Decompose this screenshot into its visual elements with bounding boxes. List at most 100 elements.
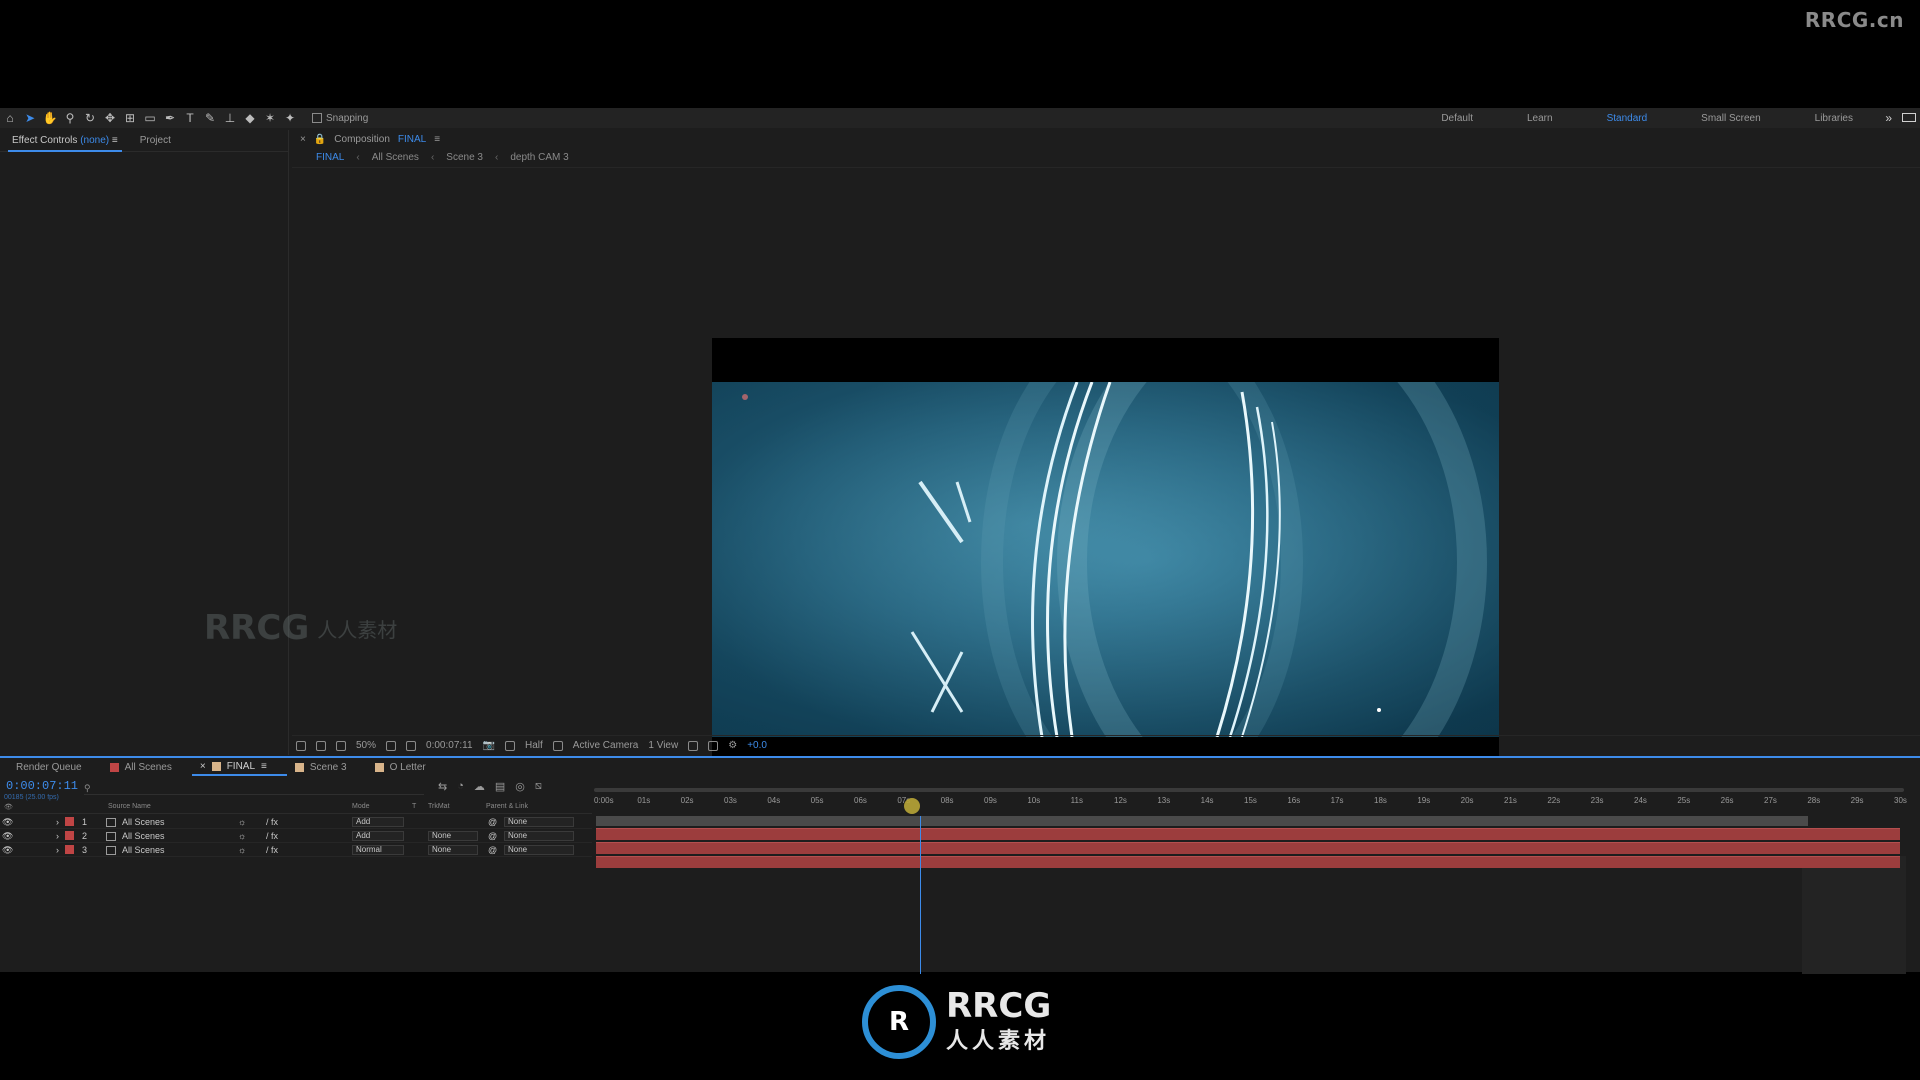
time-ruler[interactable]: 0:00s 01s 02s 03s 04s 05s 06s 07s 08s 09s 10s 11s 12… bbox=[594, 788, 1907, 814]
close-icon[interactable]: × bbox=[200, 761, 206, 772]
home-icon[interactable]: ⌂ bbox=[0, 108, 20, 128]
selection-tool-icon[interactable]: ➤ bbox=[20, 108, 40, 128]
region-icon[interactable] bbox=[406, 740, 417, 751]
always-preview-icon[interactable] bbox=[296, 740, 306, 751]
tab-all-scenes[interactable]: All Scenes bbox=[102, 758, 192, 776]
camera-select[interactable]: Active Camera bbox=[573, 740, 639, 751]
eye-icon[interactable]: 👁 bbox=[2, 817, 13, 828]
trkmat-select[interactable]: None bbox=[428, 845, 478, 855]
type-tool-icon[interactable]: T bbox=[180, 108, 200, 128]
column-trkmat[interactable]: TrkMat bbox=[428, 803, 450, 810]
tab-o-letter[interactable]: O Letter bbox=[367, 758, 446, 776]
hand-tool-icon[interactable]: ✋ bbox=[40, 108, 60, 128]
column-parent-link[interactable]: Parent & Link bbox=[486, 803, 528, 810]
parent-select[interactable]: None bbox=[504, 817, 574, 827]
panel-menu-icon[interactable]: ≡ bbox=[261, 761, 267, 772]
snapping-toggle[interactable]: Snapping bbox=[312, 113, 368, 124]
exposure-value[interactable]: +0.0 bbox=[747, 740, 767, 751]
close-icon[interactable]: × bbox=[300, 134, 306, 145]
mask-icon[interactable] bbox=[336, 740, 346, 751]
workspace-standard[interactable]: Standard bbox=[1580, 113, 1675, 124]
brush-tool-icon[interactable]: ✎ bbox=[200, 108, 220, 128]
mode-select[interactable]: Add bbox=[352, 817, 404, 827]
panel-layout-icon[interactable] bbox=[1902, 113, 1916, 122]
collapse-icon[interactable]: ☼ bbox=[238, 817, 246, 827]
zoom-select[interactable]: 50% bbox=[356, 740, 376, 751]
gear-icon[interactable]: ⚙ bbox=[728, 740, 737, 751]
time-navigator[interactable] bbox=[594, 788, 1904, 792]
mode-select[interactable]: Add bbox=[352, 831, 404, 841]
workspace-default[interactable]: Default bbox=[1414, 113, 1500, 124]
snapping-checkbox[interactable] bbox=[312, 113, 322, 123]
layer-name[interactable]: All Scenes bbox=[122, 831, 165, 841]
mode-select[interactable]: Normal bbox=[352, 845, 404, 855]
composition-tab[interactable]: × 🔒 Composition FINAL ≡ bbox=[292, 130, 1920, 148]
snapshot-icon[interactable]: 📷 bbox=[483, 740, 495, 751]
workspace-libraries[interactable]: Libraries bbox=[1788, 113, 1880, 124]
tab-effect-controls[interactable]: Effect Controls (none) ≡ bbox=[4, 132, 126, 152]
eraser-tool-icon[interactable]: ◆ bbox=[240, 108, 260, 128]
zoom-tool-icon[interactable]: ⚲ bbox=[60, 108, 80, 128]
pick-whip-icon[interactable]: @ bbox=[488, 845, 497, 855]
work-area-bar[interactable] bbox=[596, 816, 1808, 826]
layer-bar[interactable] bbox=[596, 842, 1900, 854]
lock-icon[interactable]: 🔒 bbox=[314, 134, 326, 145]
expand-icon[interactable]: › bbox=[56, 817, 59, 827]
graph-editor-icon[interactable]: ⧅ bbox=[535, 780, 542, 793]
fx-icon[interactable]: / fx bbox=[266, 845, 278, 855]
roto-brush-tool-icon[interactable]: ✶ bbox=[260, 108, 280, 128]
frame-blending-icon[interactable]: ▤ bbox=[495, 780, 505, 793]
label-color-swatch[interactable] bbox=[65, 845, 74, 854]
current-time-display[interactable]: 0:00:07:11 bbox=[6, 779, 78, 793]
search-input[interactable]: ⚲ bbox=[84, 783, 424, 795]
table-row[interactable]: 👁 › 2 All Scenes ☼ / fx Add None @ None bbox=[0, 830, 592, 843]
eye-icon[interactable]: 👁 bbox=[2, 845, 13, 856]
breadcrumb-final[interactable]: FINAL bbox=[316, 152, 344, 163]
column-t[interactable]: T bbox=[412, 803, 416, 810]
views-select[interactable]: 1 View bbox=[648, 740, 678, 751]
tab-final[interactable]: × FINAL ≡ bbox=[191, 758, 287, 776]
layer-bar[interactable] bbox=[596, 856, 1900, 868]
fx-icon[interactable]: / fx bbox=[266, 817, 278, 827]
rotate-tool-icon[interactable]: ↻ bbox=[80, 108, 100, 128]
parent-select[interactable]: None bbox=[504, 831, 574, 841]
layer-name[interactable]: All Scenes bbox=[122, 845, 165, 855]
tab-project[interactable]: Project bbox=[132, 132, 179, 150]
rectangle-tool-icon[interactable]: ▭ bbox=[140, 108, 160, 128]
toggle-grid-icon[interactable] bbox=[688, 740, 699, 751]
table-row[interactable]: 👁 › 1 All Scenes ☼ / fx Add @ None bbox=[0, 816, 592, 829]
pick-whip-icon[interactable]: @ bbox=[488, 817, 497, 827]
pen-tool-icon[interactable]: ✒ bbox=[160, 108, 180, 128]
monitor-icon[interactable] bbox=[316, 740, 326, 751]
fit-icon[interactable] bbox=[386, 740, 397, 751]
clone-stamp-tool-icon[interactable]: ⊥ bbox=[220, 108, 240, 128]
playhead-line[interactable] bbox=[920, 816, 921, 974]
trkmat-select[interactable]: None bbox=[428, 831, 478, 841]
workspace-small-screen[interactable]: Small Screen bbox=[1674, 113, 1787, 124]
comp-mini-flowchart-icon[interactable]: ⇆ bbox=[438, 780, 447, 793]
resolution-select[interactable]: Half bbox=[525, 740, 543, 751]
composition-menu-icon[interactable]: ≡ bbox=[434, 134, 440, 145]
tab-scene-3[interactable]: Scene 3 bbox=[287, 758, 367, 776]
label-color-swatch[interactable] bbox=[65, 817, 74, 826]
pan-behind-tool-icon[interactable]: ⊞ bbox=[120, 108, 140, 128]
panel-menu-icon[interactable]: ≡ bbox=[112, 135, 118, 146]
table-row[interactable]: 👁 › 3 All Scenes ☼ / fx Normal None @ No… bbox=[0, 844, 592, 857]
viewer-timecode[interactable]: 0:00:07:11 bbox=[426, 740, 473, 751]
column-source-name[interactable]: Source Name bbox=[108, 803, 151, 810]
label-color-swatch[interactable] bbox=[65, 831, 74, 840]
3d-renderer-icon[interactable] bbox=[708, 740, 719, 751]
shy-icon[interactable]: ☁ bbox=[474, 780, 485, 793]
collapse-icon[interactable]: ☼ bbox=[238, 831, 246, 841]
draft-3d-icon[interactable]: ◔ bbox=[457, 780, 464, 793]
collapse-icon[interactable]: ☼ bbox=[238, 845, 246, 855]
camera-tool-icon[interactable]: ✥ bbox=[100, 108, 120, 128]
breadcrumb-depth-cam-3[interactable]: depth CAM 3 bbox=[510, 152, 568, 163]
eye-icon[interactable]: 👁 bbox=[2, 831, 13, 842]
breadcrumb-all-scenes[interactable]: All Scenes bbox=[372, 152, 419, 163]
tab-render-queue[interactable]: Render Queue bbox=[8, 758, 102, 776]
show-snapshot-icon[interactable] bbox=[505, 740, 515, 751]
expand-icon[interactable]: › bbox=[56, 831, 59, 841]
puppet-tool-icon[interactable]: ✦ bbox=[280, 108, 300, 128]
layer-bar[interactable] bbox=[596, 828, 1900, 840]
